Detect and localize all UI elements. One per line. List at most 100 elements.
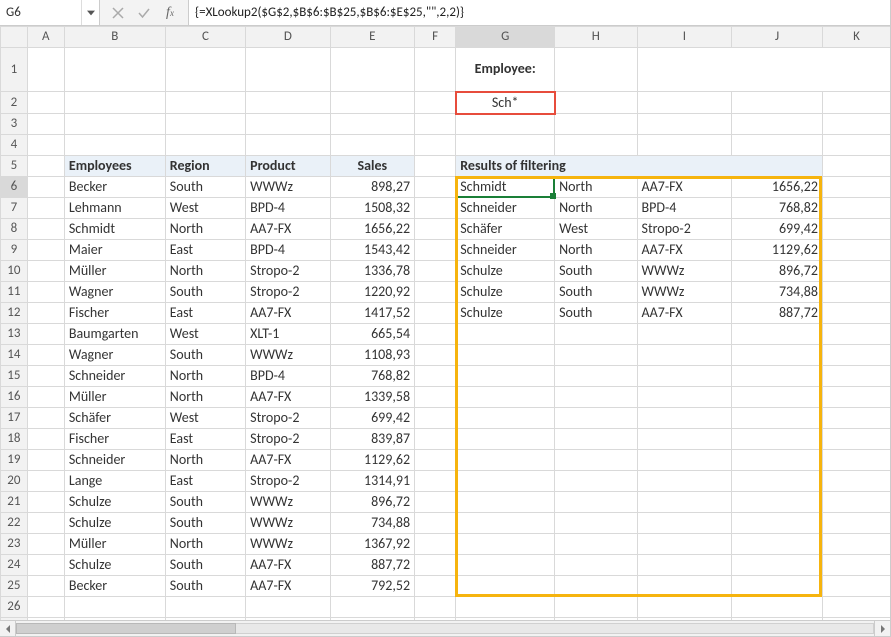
cell[interactable] (637, 114, 732, 135)
cell[interactable] (822, 303, 890, 324)
cell[interactable] (637, 387, 732, 408)
table-cell-sales[interactable]: 734,88 (330, 513, 414, 534)
table-cell-employee[interactable]: Schulze (64, 513, 165, 534)
cell[interactable] (27, 408, 64, 429)
cell[interactable] (822, 366, 890, 387)
table-cell-employee[interactable]: Baumgarten (64, 324, 165, 345)
cell[interactable] (415, 387, 456, 408)
cell[interactable] (27, 198, 64, 219)
table-cell-product[interactable]: Stropo-2 (246, 408, 330, 429)
cell[interactable] (732, 597, 823, 618)
result-cell-product[interactable]: BPD-4 (637, 198, 732, 219)
table-cell-sales[interactable]: 1508,32 (330, 198, 414, 219)
cell[interactable] (555, 92, 637, 114)
result-cell-product[interactable]: AA7-FX (637, 177, 732, 198)
cell[interactable] (732, 492, 823, 513)
result-cell-region[interactable]: North (555, 177, 637, 198)
row-header[interactable]: 15 (1, 366, 28, 387)
cell[interactable] (415, 282, 456, 303)
result-cell-region[interactable]: South (555, 303, 637, 324)
row-header[interactable]: 23 (1, 534, 28, 555)
table-cell-employee[interactable]: Müller (64, 387, 165, 408)
table-cell-employee[interactable]: Fischer (64, 303, 165, 324)
cell[interactable] (27, 471, 64, 492)
table-cell-sales[interactable]: 699,42 (330, 408, 414, 429)
row-header[interactable]: 7 (1, 198, 28, 219)
table-cell-region[interactable]: East (165, 471, 245, 492)
cell[interactable] (27, 240, 64, 261)
col-header[interactable]: J (732, 27, 823, 48)
result-cell-employee[interactable]: Schneider (456, 240, 555, 261)
cell[interactable] (415, 492, 456, 513)
table-cell-sales[interactable]: 665,54 (330, 324, 414, 345)
table-cell-product[interactable]: XLT-1 (246, 324, 330, 345)
cell[interactable] (415, 261, 456, 282)
cell[interactable] (27, 534, 64, 555)
row-header[interactable]: 13 (1, 324, 28, 345)
col-header[interactable]: G (456, 27, 555, 48)
table-cell-region[interactable]: North (165, 219, 245, 240)
cell[interactable] (64, 135, 165, 156)
cell[interactable] (415, 303, 456, 324)
cell[interactable] (822, 198, 890, 219)
col-header[interactable]: C (165, 27, 245, 48)
table-cell-region[interactable]: East (165, 240, 245, 261)
table-cell-product[interactable]: WWWz (246, 513, 330, 534)
result-cell-region[interactable]: South (555, 282, 637, 303)
table-cell-region[interactable]: West (165, 198, 245, 219)
cell[interactable] (732, 135, 823, 156)
cell[interactable] (415, 114, 456, 135)
cell[interactable] (27, 555, 64, 576)
cell[interactable] (637, 450, 732, 471)
table-cell-sales[interactable]: 768,82 (330, 366, 414, 387)
table-cell-sales[interactable]: 1336,78 (330, 261, 414, 282)
cell[interactable] (732, 114, 823, 135)
cell[interactable] (415, 345, 456, 366)
cell[interactable] (555, 492, 637, 513)
cell[interactable] (415, 555, 456, 576)
col-header[interactable]: D (246, 27, 330, 48)
table-cell-employee[interactable]: Schulze (64, 492, 165, 513)
table-cell-sales[interactable]: 1417,52 (330, 303, 414, 324)
cell[interactable] (822, 177, 890, 198)
cell[interactable] (27, 282, 64, 303)
table-cell-employee[interactable]: Schneider (64, 450, 165, 471)
cell[interactable] (415, 198, 456, 219)
cell[interactable] (27, 324, 64, 345)
table-cell-region[interactable]: East (165, 303, 245, 324)
col-header[interactable]: E (330, 27, 414, 48)
result-cell-region[interactable]: South (555, 261, 637, 282)
table-cell-product[interactable]: WWWz (246, 534, 330, 555)
table-cell-product[interactable]: Stropo-2 (246, 471, 330, 492)
table-cell-sales[interactable]: 1108,93 (330, 345, 414, 366)
cell[interactable] (732, 450, 823, 471)
table-cell-sales[interactable]: 1220,92 (330, 282, 414, 303)
table-cell-region[interactable]: North (165, 366, 245, 387)
cell[interactable] (456, 114, 555, 135)
cell[interactable] (555, 324, 637, 345)
cell[interactable] (64, 597, 165, 618)
result-cell-sales[interactable]: 734,88 (732, 282, 823, 303)
cell[interactable] (555, 534, 637, 555)
table-cell-product[interactable]: WWWz (246, 492, 330, 513)
table-cell-region[interactable]: North (165, 534, 245, 555)
cell[interactable] (555, 576, 637, 597)
cell[interactable] (246, 597, 330, 618)
cell[interactable] (732, 324, 823, 345)
cell[interactable] (555, 555, 637, 576)
cell[interactable] (456, 534, 555, 555)
cell[interactable] (27, 513, 64, 534)
cell[interactable] (555, 597, 637, 618)
result-cell-sales[interactable]: 1656,22 (732, 177, 823, 198)
cell[interactable] (415, 450, 456, 471)
table-cell-sales[interactable]: 1314,91 (330, 471, 414, 492)
cell[interactable] (27, 48, 64, 92)
cell[interactable] (637, 92, 732, 114)
cell[interactable] (555, 114, 637, 135)
cell[interactable] (165, 92, 245, 114)
cell[interactable] (822, 92, 890, 114)
table-cell-employee[interactable]: Müller (64, 261, 165, 282)
result-cell-sales[interactable]: 768,82 (732, 198, 823, 219)
cell[interactable] (415, 324, 456, 345)
table-cell-region[interactable]: South (165, 576, 245, 597)
